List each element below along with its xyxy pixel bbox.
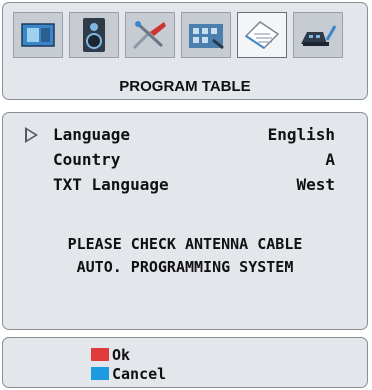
page-title: PROGRAM TABLE (119, 78, 251, 95)
tools-icon[interactable] (125, 12, 175, 58)
red-key-icon (91, 348, 109, 361)
install-icon[interactable] (181, 12, 231, 58)
setting-label: Language (53, 125, 131, 144)
auto-programming-text: AUTO. PROGRAMMING SYSTEM (76, 258, 294, 276)
ok-label: Ok (112, 345, 131, 364)
cancel-button[interactable]: Cancel (91, 364, 167, 383)
picture-icon[interactable] (13, 12, 63, 58)
setting-row-country[interactable]: Country A (23, 150, 335, 172)
setting-label: Country (53, 150, 121, 169)
button-legend-panel: Ok Cancel (2, 337, 368, 388)
sound-icon[interactable] (69, 12, 119, 58)
program-table-panel: Language English Country A TXT Language … (2, 112, 368, 330)
menu-icon-bar (13, 12, 343, 58)
program-table-icon[interactable] (237, 12, 287, 58)
setting-row-txt-language[interactable]: TXT Language West (23, 175, 335, 197)
setting-value: West (296, 175, 335, 194)
setting-value: A (325, 150, 335, 169)
source-icon[interactable] (293, 12, 343, 58)
antenna-warning-text: PLEASE CHECK ANTENNA CABLE (67, 235, 303, 253)
setting-label: TXT Language (53, 175, 169, 194)
setting-value: English (267, 125, 335, 144)
ok-button[interactable]: Ok (91, 345, 131, 364)
menu-header-panel: PROGRAM TABLE (2, 2, 368, 100)
selection-pointer-icon (25, 127, 38, 143)
setting-row-language[interactable]: Language English (23, 125, 335, 147)
blue-key-icon (91, 367, 109, 380)
cancel-label: Cancel (112, 364, 167, 383)
